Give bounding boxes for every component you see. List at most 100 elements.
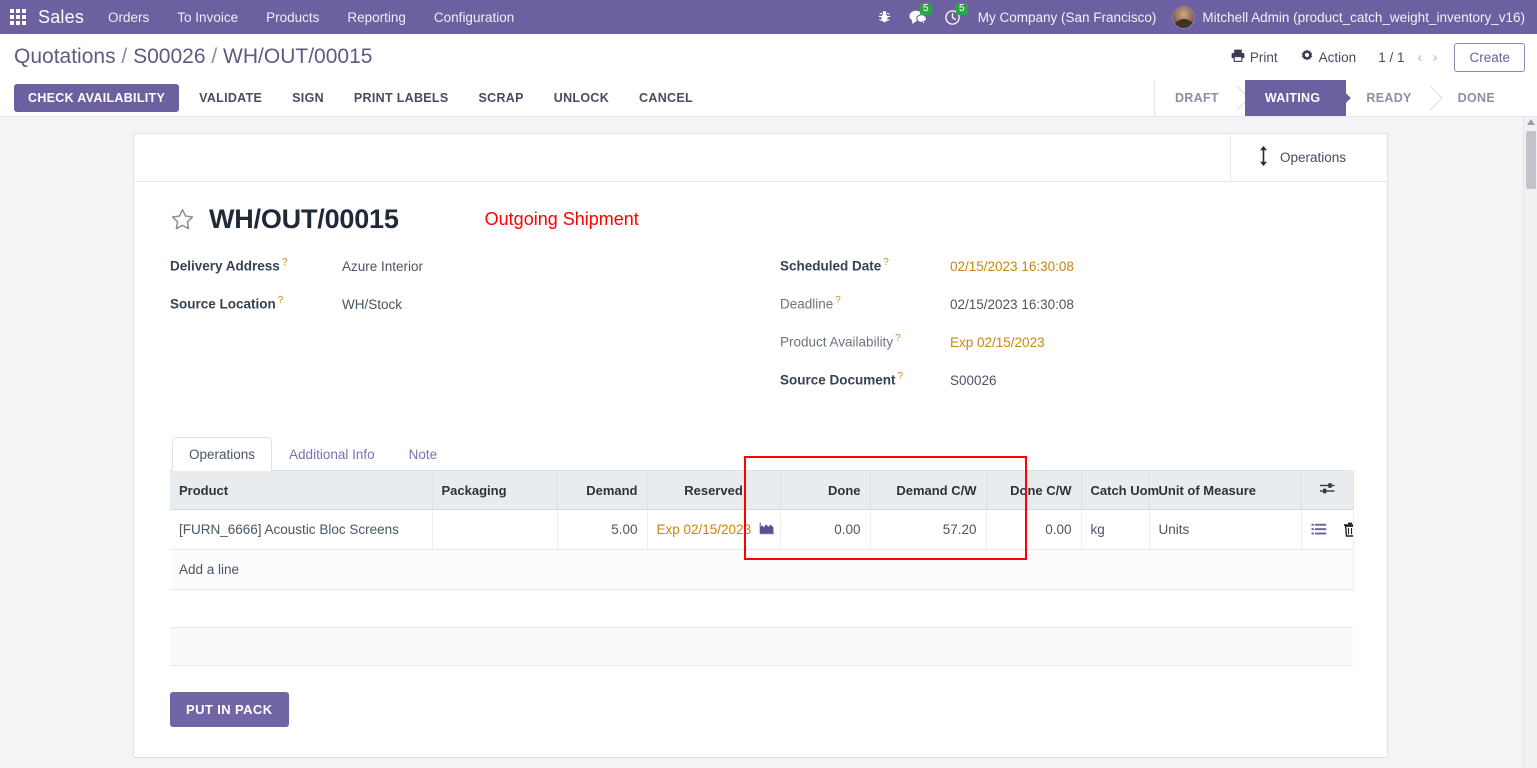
trash-icon[interactable] <box>1343 522 1352 537</box>
check-availability-button[interactable]: CHECK AVAILABILITY <box>14 84 180 112</box>
field-source-location: Source Location? WH/Stock <box>170 295 780 315</box>
cell-demand[interactable]: 5.00 <box>557 509 648 550</box>
cell-product[interactable]: [FURN_6666] Acoustic Bloc Screens <box>170 509 433 550</box>
help-tooltip-icon[interactable]: ? <box>282 257 288 268</box>
field-value[interactable]: S00026 <box>950 373 997 388</box>
col-product: Product <box>170 471 433 510</box>
label-text: Deadline <box>780 296 834 312</box>
menu-to-invoice[interactable]: To Invoice <box>177 10 238 25</box>
activities-badge: 5 <box>955 2 968 15</box>
field-label: Deadline? <box>780 295 950 312</box>
filler-row <box>170 627 1353 666</box>
menu-products[interactable]: Products <box>266 10 319 25</box>
scroll-up-arrow-icon[interactable] <box>1527 119 1535 125</box>
create-button[interactable]: Create <box>1454 42 1525 72</box>
print-label: Print <box>1249 49 1278 65</box>
pager-previous-button[interactable]: ‹ <box>1412 49 1427 66</box>
gear-icon <box>1300 49 1314 66</box>
cell-reserved[interactable]: Exp 02/15/2023 <box>647 509 781 550</box>
smart-button-operations[interactable]: Operations <box>1230 134 1387 181</box>
printer-icon <box>1231 49 1245 65</box>
sign-button[interactable]: SIGN <box>282 85 334 111</box>
help-tooltip-icon[interactable]: ? <box>883 257 889 268</box>
bug-icon[interactable] <box>878 10 891 24</box>
status-bar: DRAFT WAITING READY DONE <box>1153 80 1537 116</box>
row-actions <box>1311 522 1352 537</box>
label-text: Source Document <box>780 372 896 388</box>
cell-done-cw[interactable]: 0.00 <box>986 509 1082 550</box>
status-draft[interactable]: DRAFT <box>1154 80 1245 116</box>
page-scrollbar[interactable] <box>1523 117 1537 768</box>
add-a-line-link[interactable]: Add a line <box>170 549 1354 590</box>
print-button[interactable]: Print <box>1231 49 1278 65</box>
help-tooltip-icon[interactable]: ? <box>895 333 901 344</box>
status-done[interactable]: DONE <box>1437 80 1521 116</box>
action-button[interactable]: Action <box>1300 49 1356 66</box>
help-tooltip-icon[interactable]: ? <box>278 295 284 306</box>
form-sheet: Operations WH/OUT/00015 Outgoing Shipmen… <box>133 133 1388 758</box>
notebook-tabs: Operations Additional Info Note <box>170 437 1351 471</box>
tab-operations[interactable]: Operations <box>172 437 273 471</box>
activities-clock-icon[interactable]: 5 <box>945 2 968 25</box>
forecast-chart-icon[interactable] <box>759 521 775 538</box>
print-labels-button[interactable]: PRINT LABELS <box>344 85 459 111</box>
top-navbar: Sales Orders To Invoice Products Reporti… <box>0 0 1537 34</box>
cancel-button[interactable]: CANCEL <box>629 85 703 111</box>
cell-catch-uom[interactable]: kg <box>1081 509 1150 550</box>
cell-unit-of-measure[interactable]: Units <box>1149 509 1302 550</box>
field-source-document: Source Document? S00026 <box>780 371 1351 391</box>
control-panel: Quotations / S00026 / WH/OUT/00015 Print <box>0 34 1537 117</box>
put-in-pack-button[interactable]: PUT IN PACK <box>170 692 289 727</box>
cell-row-actions <box>1301 509 1354 550</box>
field-value[interactable]: Azure Interior <box>342 259 423 274</box>
list-icon[interactable] <box>1311 523 1327 536</box>
menu-orders[interactable]: Orders <box>108 10 149 25</box>
user-menu[interactable]: Mitchell Admin (product_catch_weight_inv… <box>1172 5 1525 29</box>
breadcrumb-current: WH/OUT/00015 <box>223 45 373 68</box>
validate-button[interactable]: VALIDATE <box>189 85 272 111</box>
status-waiting[interactable]: WAITING <box>1244 80 1347 116</box>
company-selector[interactable]: My Company (San Francisco) <box>978 10 1157 25</box>
label-text: Source Location <box>170 296 276 312</box>
cell-packaging[interactable] <box>432 509 558 550</box>
title-row: WH/OUT/00015 Outgoing Shipment <box>170 204 1351 235</box>
field-delivery-address: Delivery Address? Azure Interior <box>170 257 780 277</box>
favorite-star-icon[interactable] <box>170 207 195 232</box>
menu-configuration[interactable]: Configuration <box>434 10 514 25</box>
apps-grid-icon[interactable] <box>10 9 26 25</box>
col-catch-uom: Catch Uom <box>1081 471 1159 510</box>
field-value[interactable]: Exp 02/15/2023 <box>950 335 1045 350</box>
scrap-button[interactable]: SCRAP <box>469 85 534 111</box>
add-line-row[interactable]: Add a line <box>170 549 1354 590</box>
form-columns: Delivery Address? Azure Interior Source … <box>170 257 1351 409</box>
form-view-content: Operations WH/OUT/00015 Outgoing Shipmen… <box>0 117 1537 768</box>
table-row[interactable]: [FURN_6666] Acoustic Bloc Screens 5.00 E… <box>170 509 1354 550</box>
col-packaging: Packaging <box>432 471 558 510</box>
messages-icon[interactable]: 5 <box>909 2 932 25</box>
cell-done[interactable]: 0.00 <box>780 509 871 550</box>
field-value[interactable]: 02/15/2023 16:30:08 <box>950 297 1074 312</box>
control-panel-bottom: CHECK AVAILABILITY VALIDATE SIGN PRINT L… <box>0 80 1537 116</box>
filler-cell <box>170 627 1353 666</box>
help-tooltip-icon[interactable]: ? <box>898 371 904 382</box>
breadcrumb-root[interactable]: Quotations <box>14 45 116 68</box>
messages-badge: 5 <box>919 2 932 15</box>
scrollbar-thumb[interactable] <box>1526 131 1536 189</box>
field-value[interactable]: WH/Stock <box>342 297 402 312</box>
app-brand-sales[interactable]: Sales <box>38 7 84 28</box>
operations-table: Product Packaging Demand Reserved Done D… <box>170 471 1354 666</box>
unlock-button[interactable]: UNLOCK <box>544 85 619 111</box>
field-value[interactable]: 02/15/2023 16:30:08 <box>950 259 1074 274</box>
cell-demand-cw[interactable]: 57.20 <box>870 509 987 550</box>
user-name: Mitchell Admin (product_catch_weight_inv… <box>1202 9 1525 25</box>
col-options[interactable] <box>1301 471 1354 510</box>
pager-next-button[interactable]: › <box>1427 49 1442 66</box>
column-options-icon[interactable] <box>1319 483 1336 499</box>
tab-note[interactable]: Note <box>392 437 455 471</box>
help-tooltip-icon[interactable]: ? <box>835 295 841 306</box>
tab-additional-info[interactable]: Additional Info <box>272 437 392 471</box>
status-ready[interactable]: READY <box>1346 80 1438 116</box>
avatar <box>1172 5 1196 29</box>
menu-reporting[interactable]: Reporting <box>347 10 406 25</box>
breadcrumb-parent[interactable]: S00026 <box>133 45 205 68</box>
